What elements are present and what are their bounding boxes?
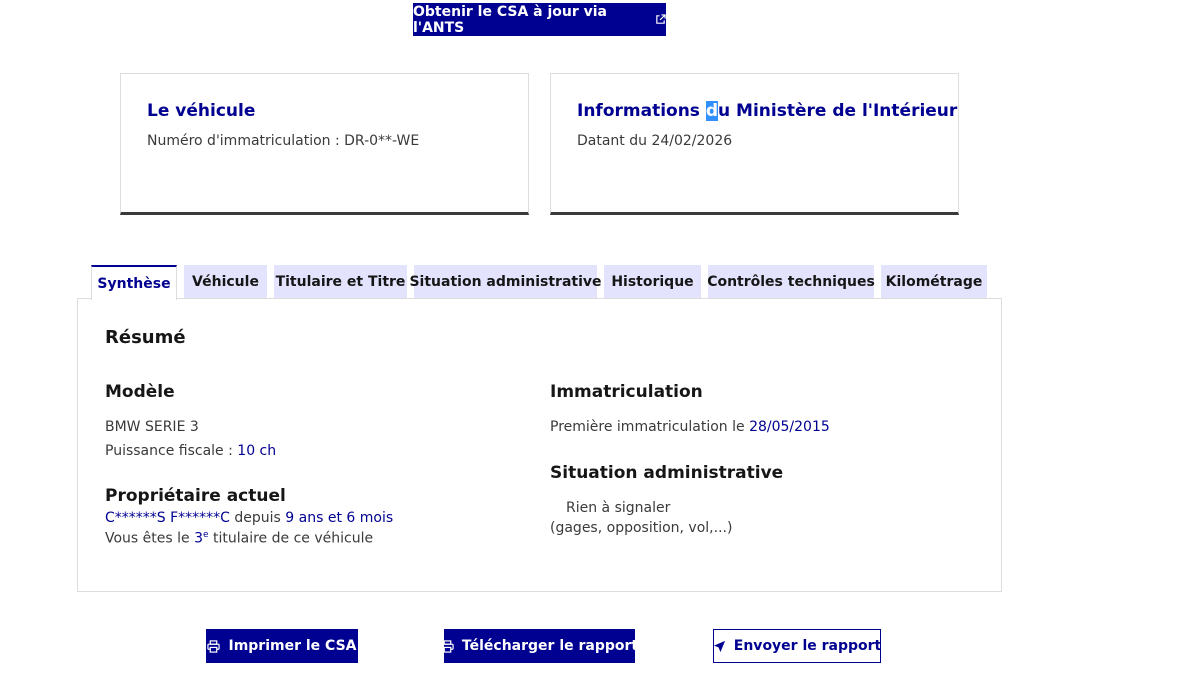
fiscal-power: Puissance fiscale : 10 ch bbox=[105, 443, 277, 459]
send-report-label: Envoyer le rapport bbox=[733, 638, 882, 654]
admin-detail: (gages, opposition, vol,...) bbox=[550, 520, 733, 536]
synthese-panel: Résumé Modèle BMW SERIE 3 Puissance fisc… bbox=[77, 298, 1002, 592]
send-icon bbox=[713, 640, 726, 653]
model-name: BMW SERIE 3 bbox=[105, 419, 199, 435]
download-report-label: Télécharger le rapport bbox=[461, 638, 639, 654]
tab-vehicule[interactable]: Véhicule bbox=[184, 265, 267, 298]
admin-status: Rien à signaler bbox=[566, 500, 671, 516]
tab-historique[interactable]: Historique bbox=[604, 265, 701, 298]
plate-number: Numéro d'immatriculation : DR-0**-WE bbox=[147, 133, 420, 149]
tab-situation-administrative[interactable]: Situation administrative bbox=[409, 265, 602, 298]
summary-heading: Résumé bbox=[105, 327, 186, 348]
ants-csa-button[interactable]: Obtenir le CSA à jour via l'ANTS bbox=[413, 3, 666, 36]
page: Obtenir le CSA à jour via l'ANTS Le véhi… bbox=[0, 0, 1200, 678]
registration-heading: Immatriculation bbox=[550, 382, 703, 402]
text-selection-highlight: d bbox=[705, 101, 719, 121]
print-csa-label: Imprimer le CSA bbox=[228, 638, 357, 654]
owner-rank: Vous êtes le 3e titulaire de ce véhicule bbox=[105, 530, 374, 547]
send-report-button[interactable]: Envoyer le rapport bbox=[713, 629, 881, 663]
print-csa-button[interactable]: Imprimer le CSA bbox=[206, 629, 358, 663]
tab-kilometrage[interactable]: Kilométrage bbox=[881, 265, 987, 298]
owner-heading: Propriétaire actuel bbox=[105, 486, 286, 506]
tab-synthese[interactable]: Synthèse bbox=[91, 265, 177, 300]
printer-icon bbox=[441, 639, 454, 653]
ministry-card-title: Informations du Ministère de l'Intérieur bbox=[577, 101, 958, 121]
printer-icon bbox=[207, 639, 221, 653]
ants-csa-button-label: Obtenir le CSA à jour via l'ANTS bbox=[413, 3, 608, 36]
owner-info: C******S F******C depuis 9 ans et 6 mois bbox=[105, 510, 394, 526]
vehicle-card: Le véhicule Numéro d'immatriculation : D… bbox=[120, 73, 529, 215]
external-link-icon bbox=[655, 14, 666, 25]
model-heading: Modèle bbox=[105, 382, 175, 402]
vehicle-card-title: Le véhicule bbox=[147, 101, 256, 121]
ministry-card: Informations du Ministère de l'Intérieur… bbox=[550, 73, 959, 215]
tab-titulaire-titre[interactable]: Titulaire et Titre bbox=[274, 265, 407, 298]
admin-situation-heading: Situation administrative bbox=[550, 463, 784, 483]
first-registration: Première immatriculation le 28/05/2015 bbox=[550, 419, 830, 435]
ministry-date: Datant du 24/02/2026 bbox=[577, 133, 733, 149]
tab-controles-techniques[interactable]: Contrôles techniques bbox=[707, 265, 875, 298]
download-report-button[interactable]: Télécharger le rapport bbox=[441, 629, 639, 663]
